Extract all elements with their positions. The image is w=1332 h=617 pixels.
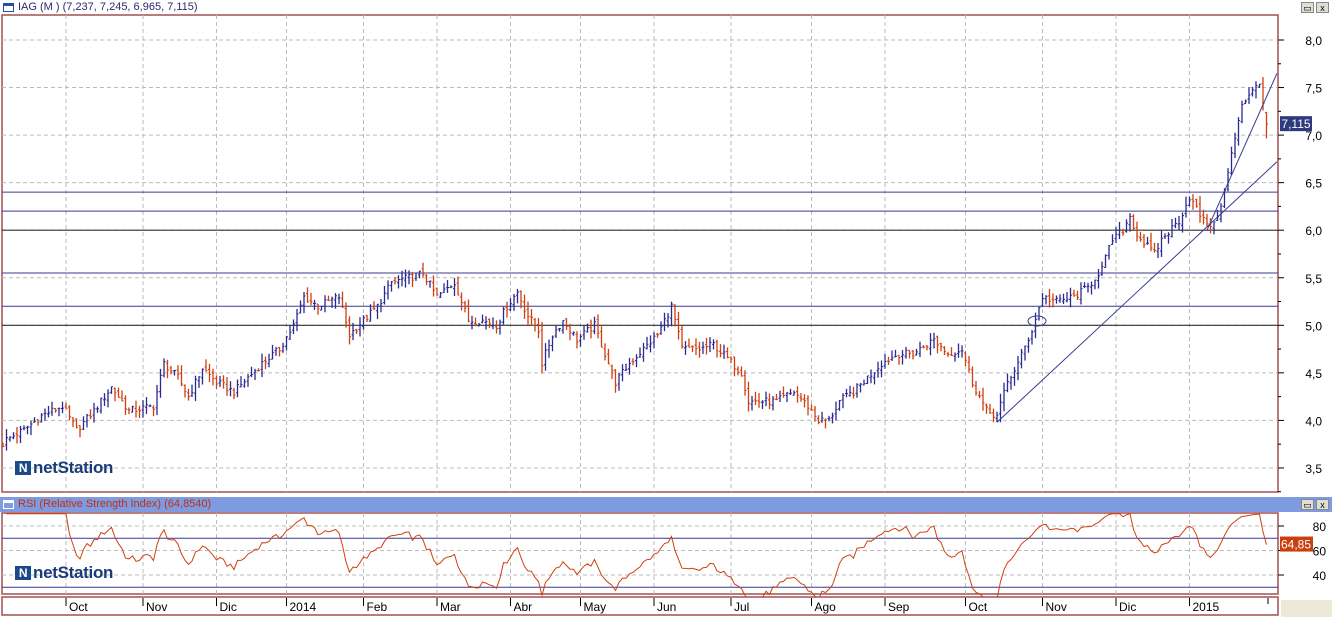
price-chart[interactable]: 8,0 7,5 7,0 6,5 6,0 5,5 5,0 4,5 4,0 3,5 7,115 bbox=[0, 0, 1332, 617]
y-tick-label: 6,0 bbox=[1305, 224, 1322, 238]
window-icon bbox=[3, 499, 14, 509]
y-tick-label: 5,5 bbox=[1305, 272, 1322, 286]
netstation-logo: NnetStation bbox=[15, 563, 113, 583]
y-tick-label: 4,0 bbox=[1305, 414, 1322, 428]
y-tick-label: 6,5 bbox=[1305, 177, 1322, 191]
y-tick-label: 7,0 bbox=[1305, 129, 1322, 143]
logo-mark: N bbox=[15, 461, 31, 475]
rsi-close-button[interactable]: x bbox=[1316, 499, 1329, 510]
rsi-title-bar: RSI (Relative Strength Index) (64,8540) … bbox=[0, 497, 1332, 512]
y-tick-label: 7,5 bbox=[1305, 82, 1322, 96]
y-tick-label: 3,5 bbox=[1305, 462, 1322, 476]
logo-mark: N bbox=[15, 566, 31, 580]
y-tick-label: 8,0 bbox=[1305, 34, 1322, 48]
logo-text: netStation bbox=[33, 458, 114, 477]
rsi-restore-button[interactable]: ▭ bbox=[1301, 499, 1314, 510]
last-price-label: 7,115 bbox=[1281, 117, 1310, 131]
rsi-title: RSI (Relative Strength Index) (64,8540) bbox=[18, 498, 212, 510]
netstation-logo: NnetStation bbox=[15, 458, 113, 478]
y-tick-label: 4,5 bbox=[1305, 367, 1322, 381]
logo-text: netStation bbox=[33, 563, 114, 582]
chart-window: IAG (M ) (7,237, 7,245, 6,965, 7,115) ▭ … bbox=[0, 0, 1332, 617]
y-tick-label: 5,0 bbox=[1305, 319, 1322, 333]
